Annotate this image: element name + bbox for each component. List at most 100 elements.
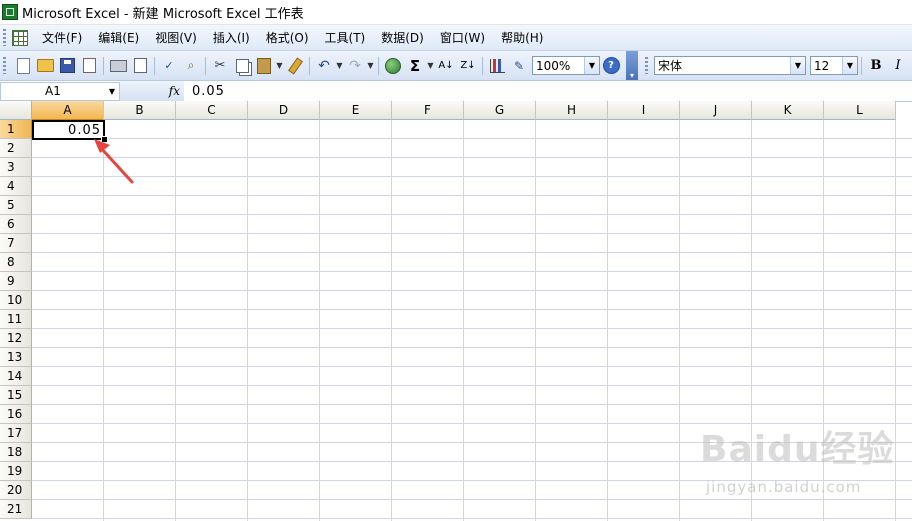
undo-button[interactable]: ↶ <box>314 56 334 76</box>
column-header-g[interactable]: G <box>464 101 536 120</box>
row-header-4[interactable]: 4 <box>0 177 32 196</box>
row-header-11[interactable]: 11 <box>0 310 32 329</box>
column-header-d[interactable]: D <box>248 101 320 120</box>
autosum-button[interactable]: Σ <box>405 56 425 76</box>
toolbar-grip-icon[interactable] <box>3 57 6 74</box>
row-header-6[interactable]: 6 <box>0 215 32 234</box>
formula-input[interactable]: 0.05 <box>184 84 912 99</box>
column-header-l[interactable]: L <box>824 101 896 120</box>
column-header-c[interactable]: C <box>176 101 248 120</box>
undo-icon: ↶ <box>318 57 330 74</box>
menu-format[interactable]: 格式(O) <box>258 27 317 48</box>
row-header-5[interactable]: 5 <box>0 196 32 215</box>
toolbar-options-icon[interactable]: ▾ <box>626 51 638 80</box>
row-header-10[interactable]: 10 <box>0 291 32 310</box>
font-name-select[interactable]: 宋体 ▼ <box>654 56 806 75</box>
undo-dropdown-icon[interactable]: ▼ <box>335 56 344 76</box>
redo-button[interactable]: ↷ <box>345 56 365 76</box>
toolbar: ✓ ⌕ ✂ ▼ ↶ ▼ ↷ ▼ Σ ▼ A↓ Z↓ ✎ 100% ▼ ? ▾ 宋… <box>0 51 912 81</box>
row-header-3[interactable]: 3 <box>0 158 32 177</box>
open-folder-icon <box>36 59 54 72</box>
copy-button[interactable] <box>232 56 252 76</box>
menu-help[interactable]: 帮助(H) <box>493 27 551 48</box>
format-painter-button[interactable] <box>285 56 305 76</box>
cell-area[interactable] <box>32 120 912 521</box>
menu-file[interactable]: 文件(F) <box>34 27 90 48</box>
menu-view[interactable]: 视图(V) <box>147 27 205 48</box>
row-header-9[interactable]: 9 <box>0 272 32 291</box>
redo-dropdown-icon[interactable]: ▼ <box>366 56 375 76</box>
autosum-dropdown-icon[interactable]: ▼ <box>426 56 435 76</box>
formatting-grip-icon[interactable] <box>645 57 648 74</box>
help-button[interactable]: ? <box>601 56 621 76</box>
column-header-h[interactable]: H <box>536 101 608 120</box>
menu-grip-icon[interactable] <box>3 29 6 46</box>
excel-icon <box>2 4 18 20</box>
new-button[interactable] <box>13 56 33 76</box>
save-button[interactable] <box>57 56 77 76</box>
chevron-down-icon[interactable]: ▼ <box>105 83 119 100</box>
spelling-button[interactable]: ✓ <box>159 56 179 76</box>
menu-window[interactable]: 窗口(W) <box>432 27 493 48</box>
chevron-down-icon[interactable]: ▼ <box>842 57 857 74</box>
fx-icon: fx <box>168 84 180 98</box>
toolbar-separator <box>482 56 483 75</box>
row-header-7[interactable]: 7 <box>0 234 32 253</box>
column-header-e[interactable]: E <box>320 101 392 120</box>
sort-ascending-button[interactable]: A↓ <box>436 56 456 76</box>
bold-button[interactable]: B <box>866 56 886 76</box>
print-preview-button[interactable] <box>130 56 150 76</box>
row-header-12[interactable]: 12 <box>0 329 32 348</box>
row-header-19[interactable]: 19 <box>0 462 32 481</box>
format-painter-icon <box>287 56 303 75</box>
copy-icon <box>235 58 249 73</box>
row-header-8[interactable]: 8 <box>0 253 32 272</box>
workbook-icon[interactable] <box>12 29 28 46</box>
chevron-down-icon[interactable]: ▼ <box>584 57 599 74</box>
hyperlink-button[interactable] <box>383 56 403 76</box>
row-header-17[interactable]: 17 <box>0 424 32 443</box>
row-header-20[interactable]: 20 <box>0 481 32 500</box>
row-header-15[interactable]: 15 <box>0 386 32 405</box>
menu-data[interactable]: 数据(D) <box>373 27 432 48</box>
print-button[interactable] <box>108 56 128 76</box>
row-header-16[interactable]: 16 <box>0 405 32 424</box>
row-header-14[interactable]: 14 <box>0 367 32 386</box>
select-all-button[interactable] <box>0 101 32 120</box>
zoom-value: 100% <box>536 58 571 73</box>
column-header-j[interactable]: J <box>680 101 752 120</box>
column-header-b[interactable]: B <box>104 101 176 120</box>
permission-button[interactable] <box>79 56 99 76</box>
column-header-a[interactable]: A <box>32 101 104 120</box>
font-size-select[interactable]: 12 ▼ <box>810 56 858 75</box>
column-header-k[interactable]: K <box>752 101 824 120</box>
name-box[interactable]: A1 ▼ <box>0 81 120 101</box>
cut-button[interactable]: ✂ <box>210 56 230 76</box>
insert-function-button[interactable]: fx <box>120 81 184 101</box>
menu-edit[interactable]: 编辑(E) <box>90 27 147 48</box>
row-headers: 1 2 3 4 5 6 7 8 9 10 11 12 13 14 15 16 17 18 19 20 21 <box>0 120 32 519</box>
menu-insert[interactable]: 插入(I) <box>205 27 258 48</box>
row-header-13[interactable]: 13 <box>0 348 32 367</box>
sort-descending-button[interactable]: Z↓ <box>458 56 478 76</box>
open-button[interactable] <box>35 56 55 76</box>
column-header-i[interactable]: I <box>608 101 680 120</box>
row-header-18[interactable]: 18 <box>0 443 32 462</box>
drawing-button[interactable]: ✎ <box>509 56 529 76</box>
menu-tools[interactable]: 工具(T) <box>317 27 374 48</box>
column-headers: ABCDEFGHIJKL <box>32 101 896 120</box>
chart-wizard-button[interactable] <box>487 56 507 76</box>
print-preview-icon <box>133 58 147 73</box>
row-header-2[interactable]: 2 <box>0 139 32 158</box>
research-button[interactable]: ⌕ <box>181 56 201 76</box>
italic-button[interactable]: I <box>888 56 908 76</box>
chevron-down-icon[interactable]: ▼ <box>790 57 805 74</box>
paste-dropdown-icon[interactable]: ▼ <box>275 56 284 76</box>
column-header-f[interactable]: F <box>392 101 464 120</box>
row-header-1[interactable]: 1 <box>0 120 32 139</box>
paste-button[interactable] <box>254 56 274 76</box>
save-icon <box>59 58 75 73</box>
row-header-21[interactable]: 21 <box>0 500 32 519</box>
scissors-icon: ✂ <box>214 58 226 73</box>
zoom-select[interactable]: 100% ▼ <box>532 56 600 75</box>
